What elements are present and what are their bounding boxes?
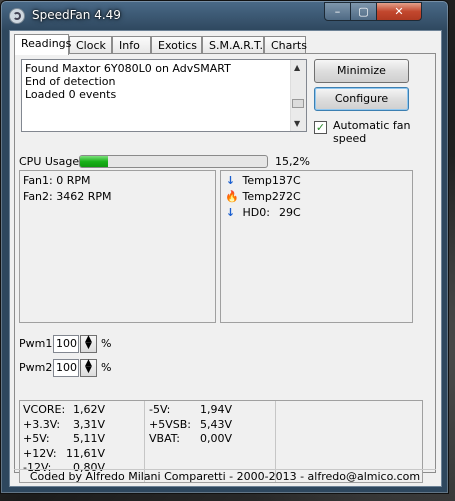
temperature-reading: ↓ HD0: 29C — [225, 205, 412, 221]
voltage-reading: +3.3V: 3,31V — [23, 418, 105, 433]
speedfan-window: SpeedFan 4.49 – ▢ ✕ Readings Clock Info … — [0, 0, 449, 494]
pwm2-label: Pwm2: — [19, 361, 57, 374]
pwm1-input[interactable]: 100 — [53, 335, 79, 353]
log-line: End of detection — [25, 75, 116, 88]
voltage-value: 5,11V — [72, 432, 105, 445]
title-bar[interactable]: SpeedFan 4.49 – ▢ ✕ — [1, 1, 448, 29]
flame-icon: 🔥 — [225, 190, 239, 203]
temperature-reading: 🔥 Temp2: 72C — [225, 189, 412, 205]
pwm2-spinner-icon[interactable]: ▲ ▼ — [80, 359, 97, 377]
pwm1-label: Pwm1: — [19, 337, 57, 350]
configure-button[interactable]: Configure — [314, 87, 409, 111]
readings-panel: Found Maxtor 6Y080L0 on AdvSMART End of … — [14, 53, 436, 483]
scroll-thumb[interactable] — [292, 99, 304, 108]
cpu-usage-bar — [79, 155, 268, 168]
tab-info[interactable]: Info — [112, 36, 151, 54]
voltage-reading: -5V: 1,94V — [149, 403, 232, 418]
voltage-value: 5,43V — [199, 417, 232, 431]
temperature-name: Temp1: — [242, 174, 283, 187]
temperatures-box: ↓ Temp1: 37C 🔥 Temp2: 72C ↓ HD0: 29C — [220, 170, 413, 323]
voltage-name: -5V: — [149, 403, 171, 416]
client-area: Readings Clock Info Exotics S.M.A.R.T. C… — [9, 30, 442, 487]
tab-smart[interactable]: S.M.A.R.T. — [202, 36, 264, 54]
tab-exotics[interactable]: Exotics — [151, 36, 202, 54]
voltage-name: VCORE: — [23, 403, 66, 416]
tab-readings[interactable]: Readings — [14, 34, 71, 55]
temperature-name: Temp2: — [242, 190, 283, 203]
speedfan-app-icon[interactable] — [9, 8, 25, 24]
log-line: Loaded 0 events — [25, 88, 117, 101]
event-log[interactable]: Found Maxtor 6Y080L0 on AdvSMART End of … — [21, 59, 307, 132]
automatic-fan-speed-label: Automatic fan speed — [333, 119, 411, 145]
close-window-button[interactable]: ✕ — [376, 2, 422, 21]
tab-charts[interactable]: Charts — [264, 36, 307, 54]
pwm2-unit: % — [101, 361, 112, 374]
voltage-value: 1,62V — [72, 403, 105, 416]
voltage-reading: +5VSB: 5,43V — [149, 418, 232, 433]
minimize-button[interactable]: Minimize — [314, 59, 409, 83]
voltage-reading: VBAT: 0,00V — [149, 432, 232, 447]
pwm1-spinner-icon[interactable]: ▲ ▼ — [80, 335, 97, 353]
voltage-value: 11,61V — [65, 446, 105, 460]
arrow-down-icon: ↓ — [225, 206, 236, 219]
voltage-name: +3.3V: — [23, 417, 61, 431]
automatic-fan-speed-checkbox[interactable]: ✓ — [314, 121, 327, 134]
voltage-value: 3,31V — [72, 417, 105, 431]
log-line: Found Maxtor 6Y080L0 on AdvSMART — [25, 62, 231, 75]
temperature-name: HD0: — [242, 206, 270, 219]
voltage-value: 1,94V — [199, 403, 232, 416]
temperature-reading: ↓ Temp1: 37C — [225, 173, 412, 189]
arrow-down-icon: ↓ — [225, 174, 236, 187]
voltages-column-right: -5V: 1,94V +5VSB: 5,43V VBAT: 0,00V — [149, 403, 232, 447]
temperature-value: 37C — [279, 174, 301, 187]
fan-speeds-box: Fan1: 0 RPM Fan2: 3462 RPM — [19, 170, 216, 323]
minimize-window-button[interactable]: – — [324, 2, 351, 21]
fan-reading: Fan2: 3462 RPM — [23, 190, 112, 203]
voltage-name: +5VSB: — [149, 417, 191, 431]
voltage-name: +12V: — [23, 446, 57, 460]
window-title: SpeedFan 4.49 — [32, 8, 121, 22]
voltages-column-left: VCORE: 1,62V +3.3V: 3,31V +5V: 5,11V +12V: 1… — [23, 403, 105, 476]
cpu-usage-value: 15,2% — [275, 155, 310, 168]
voltage-name: +5V: — [23, 432, 50, 445]
scroll-down-arrow-icon[interactable]: ▼ — [294, 117, 300, 130]
voltage-reading: VCORE: 1,62V — [23, 403, 105, 418]
pwm1-unit: % — [101, 337, 112, 350]
temperature-value: 29C — [279, 206, 301, 219]
tab-clock[interactable]: Clock — [69, 36, 112, 54]
pwm2-input[interactable]: 100 — [53, 359, 79, 377]
fan-reading: Fan1: 0 RPM — [23, 174, 91, 187]
credits-footer: Coded by Alfredo Milani Comparetti - 200… — [14, 469, 436, 484]
scroll-up-arrow-icon[interactable]: ▲ — [294, 61, 300, 74]
log-scrollbar[interactable]: ▲ ▼ — [290, 60, 306, 131]
voltage-name: VBAT: — [149, 432, 180, 445]
voltage-reading: +5V: 5,11V — [23, 432, 105, 447]
cpu-usage-fill — [80, 156, 109, 167]
temperature-value: 72C — [279, 190, 301, 203]
maximize-window-button[interactable]: ▢ — [350, 2, 377, 21]
voltage-reading: +12V: 11,61V — [23, 447, 105, 462]
cpu-usage-label: CPU Usage — [19, 155, 80, 168]
voltage-value: 0,00V — [199, 432, 232, 445]
